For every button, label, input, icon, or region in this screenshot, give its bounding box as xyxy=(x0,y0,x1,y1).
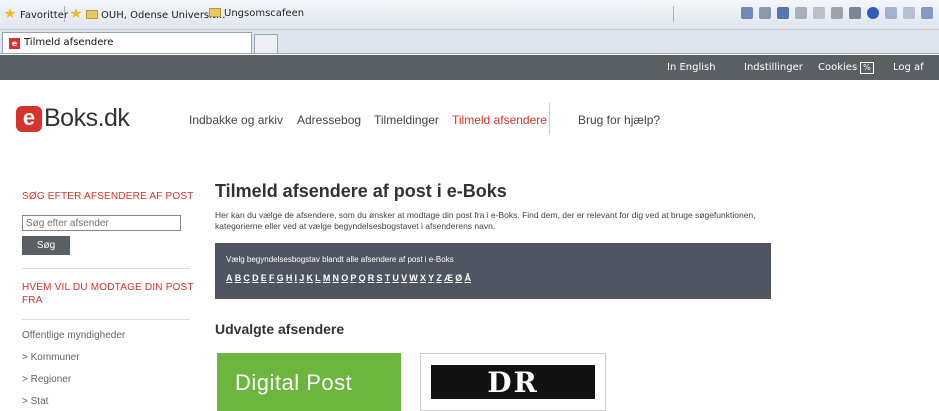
tools-icon[interactable] xyxy=(849,7,861,19)
utility-bar: In English Indstillinger Cookies% Log af xyxy=(0,55,939,80)
letter-link[interactable]: Q xyxy=(359,273,366,283)
intro-text: Her kan du vælge de afsendere, som du øn… xyxy=(215,210,756,231)
sidebar-divider xyxy=(22,319,190,320)
letter-link[interactable]: S xyxy=(376,273,382,283)
favorites-button[interactable]: Favoritter xyxy=(4,8,68,21)
alphabet-panel: Vælg begyndelsesbogstav blandt alle afse… xyxy=(215,243,771,299)
category-regions[interactable]: > Regioner xyxy=(22,374,71,385)
sidebar-divider xyxy=(22,268,190,269)
page-icon[interactable] xyxy=(831,7,843,19)
letter-link[interactable]: W xyxy=(409,273,418,283)
messenger-icon[interactable] xyxy=(885,7,897,19)
eboks-logo[interactable]: e Boks.dk xyxy=(16,104,130,133)
separator xyxy=(64,6,65,22)
letter-link[interactable]: F xyxy=(269,273,275,283)
category-public-authorities[interactable]: Offentlige myndigheder xyxy=(22,330,125,341)
nav-divider xyxy=(549,103,550,135)
window-icon[interactable] xyxy=(903,7,915,19)
digital-post-label: Digital Post xyxy=(235,370,353,395)
separator xyxy=(673,6,674,22)
browser-favorites-bar: Favoritter OUH, Odense Universit... Ungs… xyxy=(0,0,939,30)
letter-link[interactable]: V xyxy=(401,273,407,283)
letter-link[interactable]: Y xyxy=(428,273,434,283)
cookies-link[interactable]: Cookies% xyxy=(818,62,874,74)
digital-post-tile[interactable]: Digital Post xyxy=(217,353,401,411)
letter-link[interactable]: H xyxy=(286,273,293,283)
page-title: Tilmeld afsendere af post i e-Boks xyxy=(215,181,507,201)
star-icon xyxy=(4,8,16,19)
browser-tab[interactable]: e Tilmeld afsendere xyxy=(2,32,252,53)
alphabet-label: Vælg begyndelsesbogstav blandt alle afse… xyxy=(226,255,454,264)
letter-link[interactable]: N xyxy=(333,273,340,283)
new-tab-button[interactable] xyxy=(254,34,278,53)
search-senders-heading: SØG EFTER AFSENDERE AF POST xyxy=(22,191,194,202)
letter-link[interactable]: O xyxy=(341,273,348,283)
letter-link[interactable]: R xyxy=(368,273,375,283)
letter-link[interactable]: Æ xyxy=(444,273,453,283)
selected-senders-heading: Udvalgte afsendere xyxy=(215,321,345,337)
letter-link[interactable]: I xyxy=(295,273,298,283)
folder-icon xyxy=(86,10,98,19)
letter-link[interactable]: P xyxy=(350,273,356,283)
letter-link[interactable]: C xyxy=(243,273,250,283)
letter-link[interactable]: E xyxy=(261,273,267,283)
help-icon[interactable] xyxy=(867,7,879,19)
cut-icon[interactable] xyxy=(795,7,807,19)
logout-link[interactable]: Log af xyxy=(893,62,924,73)
dr-logo: DR xyxy=(431,365,595,399)
nav-address-book[interactable]: Adressebog xyxy=(297,113,361,127)
letter-link[interactable]: K xyxy=(306,273,313,283)
nav-inbox-archive[interactable]: Indbakke og arkiv xyxy=(189,113,283,127)
logo-text: Boks.dk xyxy=(44,104,130,132)
cookie-badge: % xyxy=(860,62,874,74)
letter-link[interactable]: G xyxy=(277,273,284,283)
search-button[interactable]: Søg xyxy=(22,236,70,255)
letter-link[interactable]: J xyxy=(299,273,304,283)
browser-tab-row: e Tilmeld afsendere xyxy=(0,30,939,54)
letter-link[interactable]: U xyxy=(392,273,399,283)
research-icon[interactable] xyxy=(921,7,933,19)
category-municipalities[interactable]: > Kommuner xyxy=(22,352,80,363)
fav-link-ouh[interactable]: OUH, Odense Universit... xyxy=(70,8,225,21)
settings-link[interactable]: Indstillinger xyxy=(744,62,803,73)
sender-search-input[interactable] xyxy=(22,215,181,231)
copy-icon[interactable] xyxy=(813,7,825,19)
letter-link[interactable]: X xyxy=(420,273,426,283)
letter-link[interactable]: Z xyxy=(436,273,442,283)
home-icon[interactable] xyxy=(741,7,753,19)
logo-mark: e xyxy=(16,105,42,132)
letter-link[interactable]: L xyxy=(315,273,321,283)
add-favorite-icon xyxy=(70,8,82,19)
alphabet-letters: ABCDEFGHIJKLMNOPQRSTUVWXYZÆØÅ xyxy=(226,273,471,283)
letter-link[interactable]: M xyxy=(323,273,331,283)
letter-link[interactable]: Ø xyxy=(455,273,462,283)
nav-subscriptions[interactable]: Tilmeldinger xyxy=(374,113,439,127)
nav-subscribe-senders[interactable]: Tilmeld afsendere xyxy=(452,113,547,127)
nav-help[interactable]: Brug for hjælp? xyxy=(578,113,660,127)
print-icon[interactable] xyxy=(759,7,771,19)
dr-tile[interactable]: DR xyxy=(420,353,606,411)
letter-link[interactable]: T xyxy=(385,273,391,283)
category-state[interactable]: > Stat xyxy=(22,396,48,407)
letter-link[interactable]: B xyxy=(235,273,242,283)
folder-icon xyxy=(209,8,221,17)
english-link[interactable]: In English xyxy=(667,62,716,73)
fav-link-ungsomscafeen[interactable]: Ungsomscafeen xyxy=(209,8,304,19)
letter-link[interactable]: A xyxy=(226,273,233,283)
who-receive-heading: HVEM VIL DU MODTAGE DIN POST FRA xyxy=(22,282,194,306)
letter-link[interactable]: Å xyxy=(464,273,471,283)
save-icon[interactable] xyxy=(777,7,789,19)
letter-link[interactable]: D xyxy=(252,273,259,283)
browser-toolbar-icons xyxy=(741,7,933,19)
eboks-favicon-icon: e xyxy=(9,38,20,49)
